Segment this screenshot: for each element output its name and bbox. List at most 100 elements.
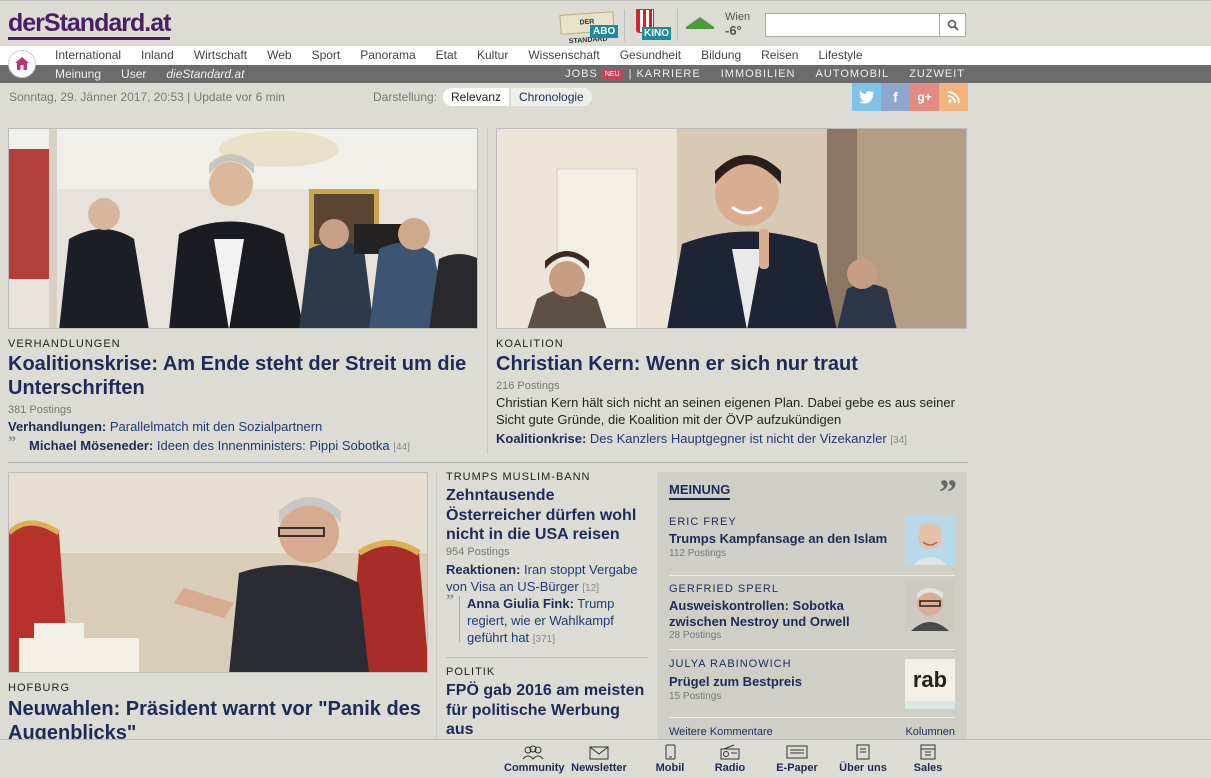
nav-item-web[interactable]: Web (267, 48, 291, 62)
search-input[interactable] (765, 13, 940, 37)
related-text: Parallelmatch mit den Sozialpartnern (106, 419, 323, 434)
secondary-nav-left: Meinung User dieStandard.at (55, 67, 264, 81)
photo-president-interview (9, 473, 427, 672)
related-link[interactable]: Reaktionen: Iran stoppt Vergabe von Visa… (446, 562, 648, 596)
nav-item-international[interactable]: International (55, 48, 121, 62)
related-label: Verhandlungen: (8, 419, 107, 434)
kolumnen-link[interactable]: Kolumnen (905, 726, 955, 738)
search-button[interactable] (940, 13, 966, 37)
nav-diestandard[interactable]: dieStandard.at (166, 67, 244, 81)
related-text: Ideen des Innenministers: Pippi Sobotka (153, 438, 390, 453)
article-postings-count[interactable]: 216 Postings (496, 380, 560, 392)
home-button[interactable] (8, 50, 36, 78)
related-link[interactable]: Michael Möseneder: Ideen des Innenminist… (29, 438, 479, 455)
nav-item-wirtschaft[interactable]: Wirtschaft (194, 48, 247, 62)
abo-link[interactable]: DER STANDARD ABO (559, 11, 619, 45)
sales-icon (920, 744, 936, 760)
kino-link[interactable]: KINO (634, 9, 671, 41)
meinung-title[interactable]: MEINUNG (669, 482, 731, 500)
weather-mountain-icon[interactable] (686, 17, 714, 27)
nav-item-etat[interactable]: Etat (436, 48, 457, 62)
article-image-verhandlungen[interactable] (8, 128, 478, 329)
nav-jobs[interactable]: JOBS (565, 68, 598, 80)
header-divider (624, 9, 625, 41)
footer-epaper[interactable]: E-Paper (774, 744, 820, 774)
nav-item-kultur[interactable]: Kultur (477, 48, 508, 62)
nav-item-gesundheit[interactable]: Gesundheit (620, 48, 681, 62)
column-divider (436, 472, 437, 742)
facebook-button[interactable]: f (881, 83, 910, 111)
related-link[interactable]: Verhandlungen: Parallelmatch mit den Soz… (8, 419, 478, 436)
nav-meinung[interactable]: Meinung (55, 67, 101, 81)
footer-community[interactable]: Community (504, 744, 565, 774)
view-relevanz-button[interactable]: Relevanz (443, 88, 510, 106)
related-link[interactable]: Anna Giulia Fink: Trump regiert, wie er … (467, 596, 647, 647)
article-image-koalition[interactable] (496, 128, 967, 329)
opinion-title: Prügel zum Bestpreis (669, 674, 802, 689)
footer-mobil[interactable]: Mobil (650, 744, 690, 774)
nav-automobil[interactable]: AUTOMOBIL (816, 68, 890, 80)
column-logo: rab (905, 659, 955, 709)
related-link[interactable]: Koalitionkrise: Des Kanzlers Hauptgegner… (496, 431, 967, 448)
rss-icon (947, 91, 960, 103)
footer-label: E-Paper (776, 762, 818, 774)
footer-radio[interactable]: Radio (712, 744, 748, 774)
author-avatar (905, 581, 955, 631)
rss-button[interactable] (939, 83, 968, 111)
related-count: [44] (393, 442, 410, 453)
article-headline[interactable]: Neuwahlen: Präsident warnt vor "Panik de… (8, 697, 433, 739)
nav-item-inland[interactable]: Inland (141, 48, 174, 62)
twitter-icon (858, 90, 874, 104)
opinion-item[interactable]: GERFRIED SPERL Ausweiskontrollen: Sobotk… (669, 581, 955, 650)
search-icon (947, 19, 959, 31)
nav-item-bildung[interactable]: Bildung (701, 48, 741, 62)
article-postings-count[interactable]: 381 Postings (8, 404, 72, 416)
article-headline[interactable]: FPÖ gab 2016 am meisten für politische W… (446, 681, 648, 739)
community-icon (522, 745, 544, 760)
opinion-item[interactable]: JULYA RABINOWICH Prügel zum Bestpreis 15… (669, 658, 955, 718)
article-headline[interactable]: Zehntausende Österreicher dürfen wohl ni… (446, 486, 648, 545)
nav-item-panorama[interactable]: Panorama (360, 48, 415, 62)
twitter-button[interactable] (852, 83, 881, 111)
photo-kern-portrait (497, 129, 966, 328)
footer-label: Newsletter (571, 762, 627, 774)
article-teaser[interactable]: Christian Kern hält sich nicht an seinen… (496, 395, 967, 429)
article-kicker[interactable]: VERHANDLUNGEN (8, 338, 121, 350)
article-kicker[interactable]: TRUMPS MUSLIM-BANN (446, 471, 591, 483)
googleplus-button[interactable]: g+ (910, 83, 939, 111)
avatar-photo (905, 515, 955, 565)
footer-toolbar: Community Newsletter Mobil Radio E-Paper… (0, 739, 1211, 778)
nav-zuzweit[interactable]: ZUZWEIT (909, 68, 965, 80)
author-avatar (905, 515, 955, 565)
article-kicker[interactable]: POLITIK (446, 666, 495, 678)
site-logo[interactable]: derStandard.at (8, 9, 171, 40)
footer-ueber-uns[interactable]: Über uns (838, 744, 888, 774)
article-headline[interactable]: Koalitionskrise: Am Ende steht der Strei… (8, 352, 478, 401)
opinion-item[interactable]: ERIC FREY Trumps Kampfansage an den Isla… (669, 514, 955, 576)
abo-label: ABO (590, 25, 619, 38)
article-kicker[interactable]: KOALITION (496, 338, 564, 350)
weather-city[interactable]: Wien (725, 11, 750, 23)
column-divider (487, 128, 488, 454)
footer-newsletter[interactable]: Newsletter (570, 744, 628, 774)
nav-item-reisen[interactable]: Reisen (761, 48, 798, 62)
weather-temperature[interactable]: -6° (725, 23, 742, 38)
nav-item-lifestyle[interactable]: Lifestyle (818, 48, 862, 62)
more-comments-link[interactable]: Weitere Kommentare (669, 726, 773, 738)
related-label: Michael Möseneder: (29, 438, 154, 453)
article-kicker[interactable]: HOFBURG (8, 682, 70, 694)
nav-item-sport[interactable]: Sport (312, 48, 341, 62)
nav-karriere[interactable]: KARRIERE (636, 68, 700, 80)
nav-user[interactable]: User (121, 67, 146, 81)
nav-immobilien[interactable]: IMMOBILIEN (721, 68, 796, 80)
opinion-postings: 15 Postings (669, 691, 722, 702)
related-label: Reaktionen: (446, 562, 521, 577)
nav-item-wissenschaft[interactable]: Wissenschaft (528, 48, 599, 62)
article-headline[interactable]: Christian Kern: Wenn er sich nur traut (496, 352, 967, 376)
related-count: [371] (532, 633, 556, 645)
opinion-author: JULYA RABINOWICH (669, 658, 792, 670)
footer-sales[interactable]: Sales (910, 744, 946, 774)
view-chronologie-button[interactable]: Chronologie (511, 88, 592, 106)
article-image-hofburg[interactable] (8, 472, 428, 673)
article-postings-count[interactable]: 954 Postings (446, 546, 510, 558)
